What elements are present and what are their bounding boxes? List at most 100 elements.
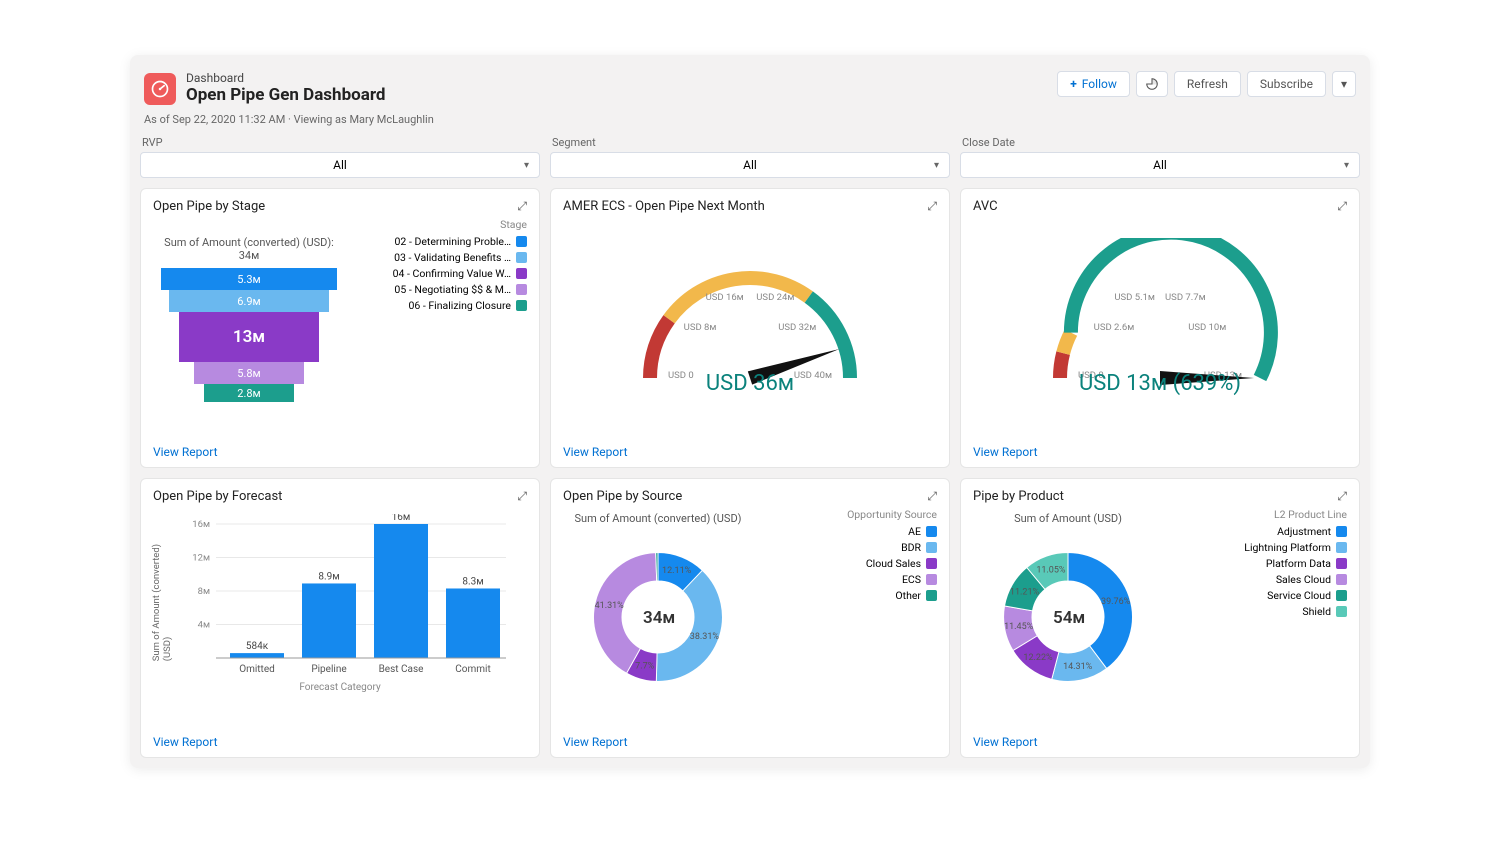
filter-label: Close Date [960,136,1360,149]
legend-item[interactable]: 04 - Confirming Value W… [393,267,527,280]
refresh-label: Refresh [1187,77,1228,91]
view-report-link[interactable]: View Report [563,735,937,749]
follow-label: Follow [1082,77,1117,91]
chevron-down-icon: ▾ [524,160,529,171]
filter-bar: RVP All▾ Segment All ▾ Close Date All ▾ [140,136,1360,188]
legend-item[interactable]: 03 - Validating Benefits … [393,251,527,264]
svg-text:11.05%: 11.05% [1036,566,1066,576]
legend-item[interactable]: Sales Cloud [1244,573,1347,586]
svg-text:12.22%: 12.22% [1023,653,1053,663]
legend-item[interactable]: Shield [1244,605,1347,618]
pie-icon [1145,77,1159,91]
funnel-segment[interactable]: 13м [179,312,319,362]
bar[interactable] [302,583,356,658]
header-actions: +Follow Refresh Subscribe ▾ [1057,71,1356,97]
view-report-link[interactable]: View Report [563,445,937,459]
donut-legend: L2 Product Line Adjustment Lightning Plat… [1244,508,1347,621]
svg-text:8.9м: 8.9м [318,571,339,582]
filter-value: All [1153,158,1167,172]
svg-text:16м: 16м [392,514,411,523]
more-actions-button[interactable]: ▾ [1332,71,1356,97]
legend-item[interactable]: Platform Data [1244,557,1347,570]
svg-text:14.31%: 14.31% [1063,662,1093,672]
funnel-segment[interactable]: 6.9м [169,290,329,312]
follow-button[interactable]: +Follow [1057,71,1130,97]
legend-title: L2 Product Line [1244,508,1347,521]
y-axis-title: Sum of Amount (converted)(USD) [151,544,173,661]
legend-item[interactable]: BDR [847,541,937,554]
donut-subtitle: Sum of Amount (converted) (USD) [563,512,753,525]
chevron-down-icon: ▾ [1344,160,1349,171]
card-avc-gauge: AVC ⤢ USD 0USD 2.6мUSD 5.1мUSD 7.7мUSD 1… [960,188,1360,468]
svg-text:USD 10м: USD 10м [1188,322,1226,333]
svg-text:11.21%: 11.21% [1010,588,1040,598]
bar-chart: 4м8м12м16м584кOmitted8.9мPipeline16мBest… [153,514,527,684]
funnel-segment[interactable]: 2.8м [204,384,294,402]
legend-item[interactable]: AE [847,525,937,538]
header-eyebrow: Dashboard [186,71,385,85]
filter-rvp: RVP All▾ [140,136,540,178]
svg-text:Commit: Commit [455,664,490,675]
dashboard-meta: As of Sep 22, 2020 11:32 AM · Viewing as… [140,107,1360,136]
legend-title: Opportunity Source [847,508,937,521]
svg-text:8.3м: 8.3м [462,576,483,587]
expand-icon[interactable]: ⤢ [927,489,937,504]
page-title: Open Pipe Gen Dashboard [186,85,385,105]
legend-item[interactable]: Lightning Platform [1244,541,1347,554]
subscribe-button[interactable]: Subscribe [1247,71,1326,97]
card-title: Open Pipe by Forecast [153,489,282,504]
expand-icon[interactable]: ⤢ [517,199,527,214]
filter-label: Segment [550,136,950,149]
header-left: Dashboard Open Pipe Gen Dashboard [144,71,385,105]
view-report-link[interactable]: View Report [973,735,1347,749]
view-report-link[interactable]: View Report [153,735,527,749]
gauge-value: USD 13м (639%) [973,371,1347,396]
expand-icon[interactable]: ⤢ [927,199,937,214]
filter-segment-select[interactable]: All▾ [550,152,950,178]
funnel-subtitle: Sum of Amount (converted) (USD): 34м [159,236,339,262]
bar[interactable] [446,588,500,658]
filter-closedate-select[interactable]: All ▾ [960,152,1360,178]
expand-icon[interactable]: ⤢ [1337,489,1347,504]
filter-closedate: Close Date All ▾ [960,136,1360,178]
funnel-segment[interactable]: 5.8м [194,362,304,384]
expand-icon[interactable]: ⤢ [517,489,527,504]
card-title: Pipe by Product [973,489,1064,504]
svg-text:USD 8м: USD 8м [684,322,717,333]
view-report-link[interactable]: View Report [973,445,1347,459]
funnel-segment[interactable]: 5.3м [161,268,337,290]
legend-item[interactable]: ECS [847,573,937,586]
legend-item[interactable]: 05 - Negotiating $$ & M… [393,283,527,296]
legend-item[interactable]: 06 - Finalizing Closure [393,299,527,312]
expand-icon[interactable]: ⤢ [1337,199,1347,214]
card-amer-ecs-gauge: AMER ECS - Open Pipe Next Month ⤢ USD 0U… [550,188,950,468]
legend-item[interactable]: Adjustment [1244,525,1347,538]
legend-title: Stage [393,218,527,231]
bar[interactable] [230,653,284,658]
svg-text:USD 5.1м: USD 5.1м [1114,292,1155,303]
card-open-pipe-by-stage: Open Pipe by Stage ⤢ Sum of Amount (conv… [140,188,540,468]
view-report-link[interactable]: View Report [153,445,527,459]
card-title: AVC [973,199,998,214]
svg-text:4м: 4м [198,620,210,631]
chart-settings-button[interactable] [1136,71,1168,97]
donut-legend: Opportunity Source AE BDR Cloud Sales ECS Ot… [847,508,937,605]
card-title: Open Pipe by Source [563,489,682,504]
card-pipe-by-product: Pipe by Product ⤢ Sum of Amount (USD) 39… [960,478,1360,758]
svg-text:USD 7.7м: USD 7.7м [1165,292,1206,303]
svg-text:41.31%: 41.31% [595,601,625,611]
legend-item[interactable]: Cloud Sales [847,557,937,570]
svg-text:USD 24м: USD 24м [756,292,794,303]
svg-text:39.76%: 39.76% [1101,597,1131,607]
svg-text:584к: 584к [246,641,269,652]
subscribe-label: Subscribe [1260,77,1313,91]
legend-item[interactable]: Service Cloud [1244,589,1347,602]
legend-item[interactable]: Other [847,589,937,602]
svg-text:7.7%: 7.7% [635,661,654,671]
funnel-chart: Sum of Amount (converted) (USD): 34м 5.3… [159,236,339,402]
bar[interactable] [374,524,428,658]
card-grid: Open Pipe by Stage ⤢ Sum of Amount (conv… [140,188,1360,758]
filter-rvp-select[interactable]: All▾ [140,152,540,178]
legend-item[interactable]: 02 - Determining Proble… [393,235,527,248]
refresh-button[interactable]: Refresh [1174,71,1241,97]
